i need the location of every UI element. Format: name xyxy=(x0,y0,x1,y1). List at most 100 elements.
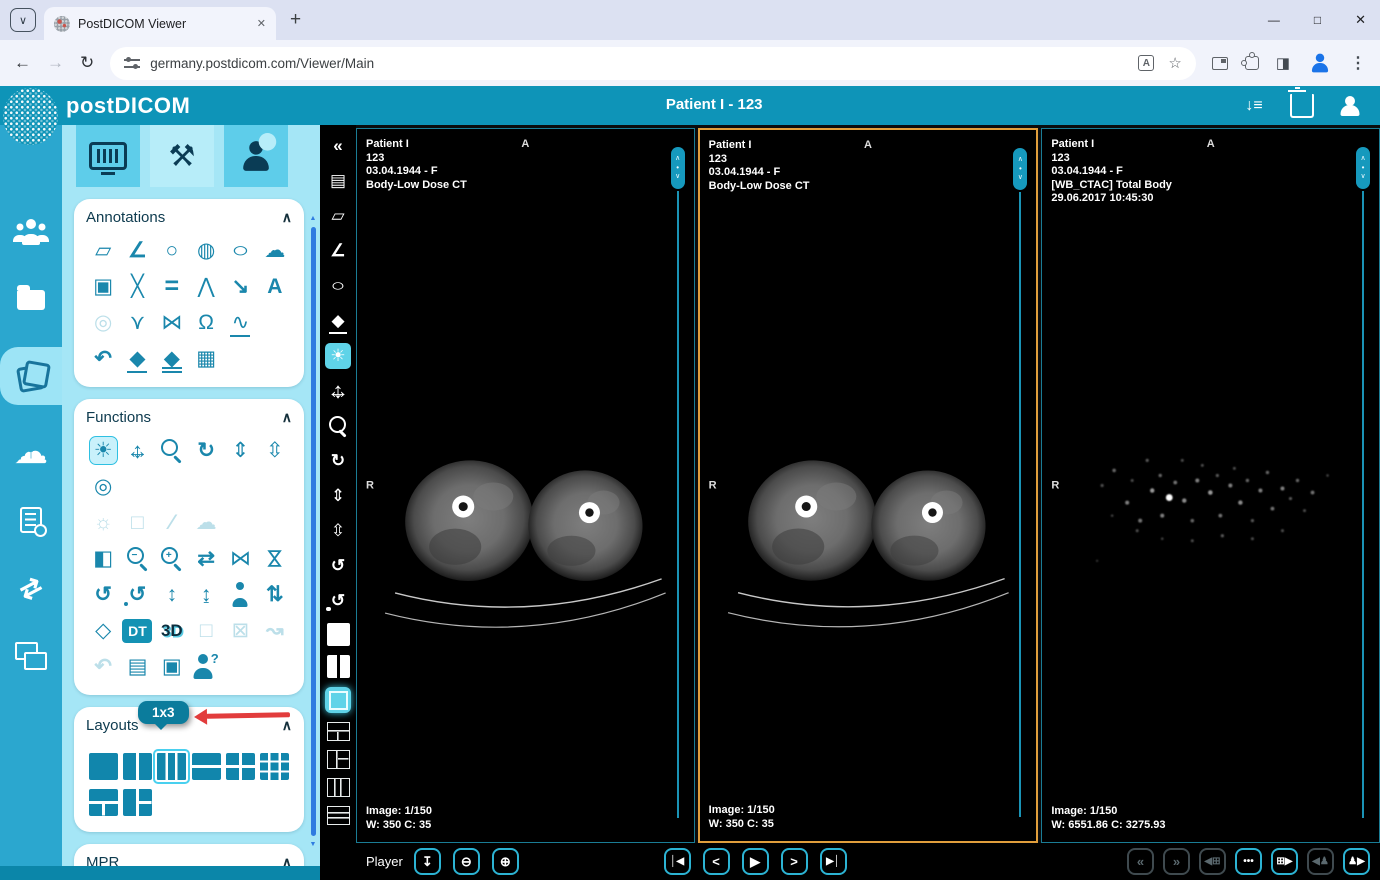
cross-box-icon[interactable]: ⊠ xyxy=(226,616,255,645)
trash-icon[interactable] xyxy=(1290,94,1314,118)
ruler-icon[interactable]: ▱ xyxy=(325,203,351,229)
erase-icon[interactable]: ◆ xyxy=(325,308,351,334)
viewport-2-selected[interactable]: Patient I 123 03.04.1944 - F Body-Low Do… xyxy=(698,128,1039,843)
text-icon[interactable]: A xyxy=(260,272,289,301)
export-image-icon[interactable]: ▤ xyxy=(123,652,152,681)
maximize-button[interactable]: □ xyxy=(1314,13,1321,27)
reset-icon[interactable]: ↺ xyxy=(325,553,351,579)
layout-1-over-2[interactable] xyxy=(89,789,118,816)
layout-2x2[interactable] xyxy=(226,753,255,780)
next-layout-button[interactable]: ⊞▶ xyxy=(1271,848,1298,875)
collapse-chevron-icon[interactable]: ∧ xyxy=(282,854,292,866)
cobb-angle-icon[interactable]: ⋈ xyxy=(157,308,186,337)
sidebar-item-transfer[interactable]: ⇄ xyxy=(0,567,62,609)
pan-icon[interactable] xyxy=(325,378,351,404)
window-level-icon[interactable]: ☀ xyxy=(89,436,118,465)
previous-series-button[interactable]: « xyxy=(1127,848,1154,875)
selection-box-icon[interactable]: □ xyxy=(192,616,221,645)
layout-1x3-icon[interactable] xyxy=(327,778,350,797)
account-icon[interactable] xyxy=(1338,94,1362,118)
more-options-button[interactable]: ••• xyxy=(1235,848,1262,875)
tab-tools[interactable]: ⚒ xyxy=(150,125,214,187)
open-window-icon[interactable] xyxy=(1212,57,1228,70)
save-image-icon[interactable]: ▣ xyxy=(157,652,186,681)
layout-1-beside-2[interactable] xyxy=(123,789,152,816)
viewport-3[interactable]: Patient I 123 03.04.1944 - F [WB_CTAC] T… xyxy=(1041,128,1380,843)
back-button[interactable]: ← xyxy=(14,53,31,73)
collapse-chevron-icon[interactable]: ∧ xyxy=(282,717,292,734)
reset-icon[interactable]: ↺ xyxy=(89,580,118,609)
pan-icon[interactable] xyxy=(123,436,152,465)
layout-split-h-icon[interactable] xyxy=(327,722,350,741)
export-video-button[interactable]: ↧ xyxy=(414,848,441,875)
sidebar-item-users[interactable] xyxy=(0,211,62,253)
threed-button[interactable]: 3D xyxy=(157,616,186,645)
closed-freehand-icon[interactable]: Ω xyxy=(192,308,221,337)
functions-header[interactable]: Functions ∧ xyxy=(86,409,292,426)
browser-tab[interactable]: PostDICOM Viewer ✕ xyxy=(44,7,276,40)
sidebar-item-upload[interactable]: ☁ xyxy=(0,431,62,473)
stack-scroll-icon[interactable]: ⇳ xyxy=(325,518,351,544)
undo-annotation-icon[interactable]: ↶ xyxy=(89,344,118,373)
scroll-icon[interactable]: ⇕ xyxy=(226,436,255,465)
ellipse-icon[interactable]: ○ xyxy=(219,236,261,265)
series-scrollbar[interactable]: ∧•∨ xyxy=(1356,147,1370,818)
sidebar-item-studies[interactable] xyxy=(0,347,62,405)
decrease-speed-button[interactable]: ⊖ xyxy=(453,848,480,875)
zoom-in-icon[interactable]: + xyxy=(157,544,186,573)
window-level-icon[interactable]: ☀ xyxy=(325,343,351,369)
collapse-panel-icon[interactable]: « xyxy=(325,133,351,159)
layout-1x2[interactable] xyxy=(123,753,152,780)
layout-1x1[interactable] xyxy=(89,753,118,780)
series-scrollbar[interactable]: ∧•∨ xyxy=(1013,148,1027,817)
extensions-icon[interactable] xyxy=(1245,56,1259,70)
first-image-button[interactable]: │◀ xyxy=(664,848,691,875)
reset-wl-icon[interactable]: ↺ xyxy=(325,588,351,614)
previous-patient-button[interactable]: ◀♟ xyxy=(1307,848,1334,875)
url-text[interactable]: germany.postdicom.com/Viewer/Main xyxy=(150,56,1128,71)
previous-image-button[interactable]: < xyxy=(703,848,730,875)
increase-speed-button[interactable]: ⊕ xyxy=(492,848,519,875)
probe-line-icon[interactable]: ∕ xyxy=(157,508,186,537)
flip-page-icon[interactable]: ⇄ xyxy=(192,544,221,573)
zoom-out-icon[interactable]: − xyxy=(123,544,152,573)
tab-viewer[interactable] xyxy=(76,125,140,187)
polyline-icon[interactable]: ⋀ xyxy=(192,272,221,301)
save-annotations-icon[interactable]: ▦ xyxy=(192,344,221,373)
side-panel-icon[interactable]: ◨ xyxy=(1276,54,1290,72)
layouts-header[interactable]: Layouts ∧ xyxy=(86,717,292,734)
new-tab-button[interactable]: + xyxy=(290,9,301,31)
tab-search-chevron-button[interactable]: ∨ xyxy=(10,8,36,32)
scroll-icon[interactable]: ⇕ xyxy=(325,483,351,509)
scroll-pill[interactable]: ∧•∨ xyxy=(1013,148,1027,190)
erase-icon[interactable]: ◆ xyxy=(123,344,152,373)
profile-icon[interactable] xyxy=(1309,52,1331,74)
dt-button[interactable]: DT xyxy=(122,619,152,643)
viewport-1[interactable]: Patient I 123 03.04.1944 - F Body-Low Do… xyxy=(356,128,695,843)
tag-icon[interactable]: ◇ xyxy=(89,616,118,645)
freehand-wl-icon[interactable]: ☁ xyxy=(192,508,221,537)
zoom-icon[interactable] xyxy=(325,413,351,439)
sort-order-icon[interactable]: ⇅ xyxy=(260,580,289,609)
previous-layout-button[interactable]: ◀⊞ xyxy=(1199,848,1226,875)
layout-split-v-icon[interactable] xyxy=(327,750,350,769)
circle-icon[interactable]: ○ xyxy=(157,236,186,265)
tab-close-icon[interactable]: ✕ xyxy=(257,17,266,30)
mpr-header[interactable]: MPR ∧ xyxy=(86,854,292,866)
shaded-ellipse-icon[interactable]: ◍ xyxy=(192,236,221,265)
layout-rows-icon[interactable] xyxy=(327,806,350,825)
erase-all-icon[interactable]: ◆ xyxy=(157,344,186,373)
mirror-vertical-icon[interactable]: ⋈ xyxy=(260,544,289,573)
last-image-button[interactable]: ▶│ xyxy=(820,848,847,875)
scroll-pill[interactable]: ∧•∨ xyxy=(671,147,685,189)
angle-icon[interactable]: ∠ xyxy=(123,236,152,265)
actual-size-icon[interactable]: ↨ xyxy=(192,580,221,609)
series-scrollbar[interactable]: ∧•∨ xyxy=(671,147,685,818)
zoom-icon[interactable] xyxy=(157,436,186,465)
mirror-horizontal-icon[interactable]: ⋈ xyxy=(226,544,255,573)
scroll-up-arrow[interactable]: ▲ xyxy=(309,215,317,222)
reload-button[interactable]: ↻ xyxy=(80,53,94,73)
scroll-pill[interactable]: ∧•∨ xyxy=(1356,147,1370,189)
invert-icon[interactable]: ◧ xyxy=(89,544,118,573)
collapse-chevron-icon[interactable]: ∧ xyxy=(282,409,292,426)
